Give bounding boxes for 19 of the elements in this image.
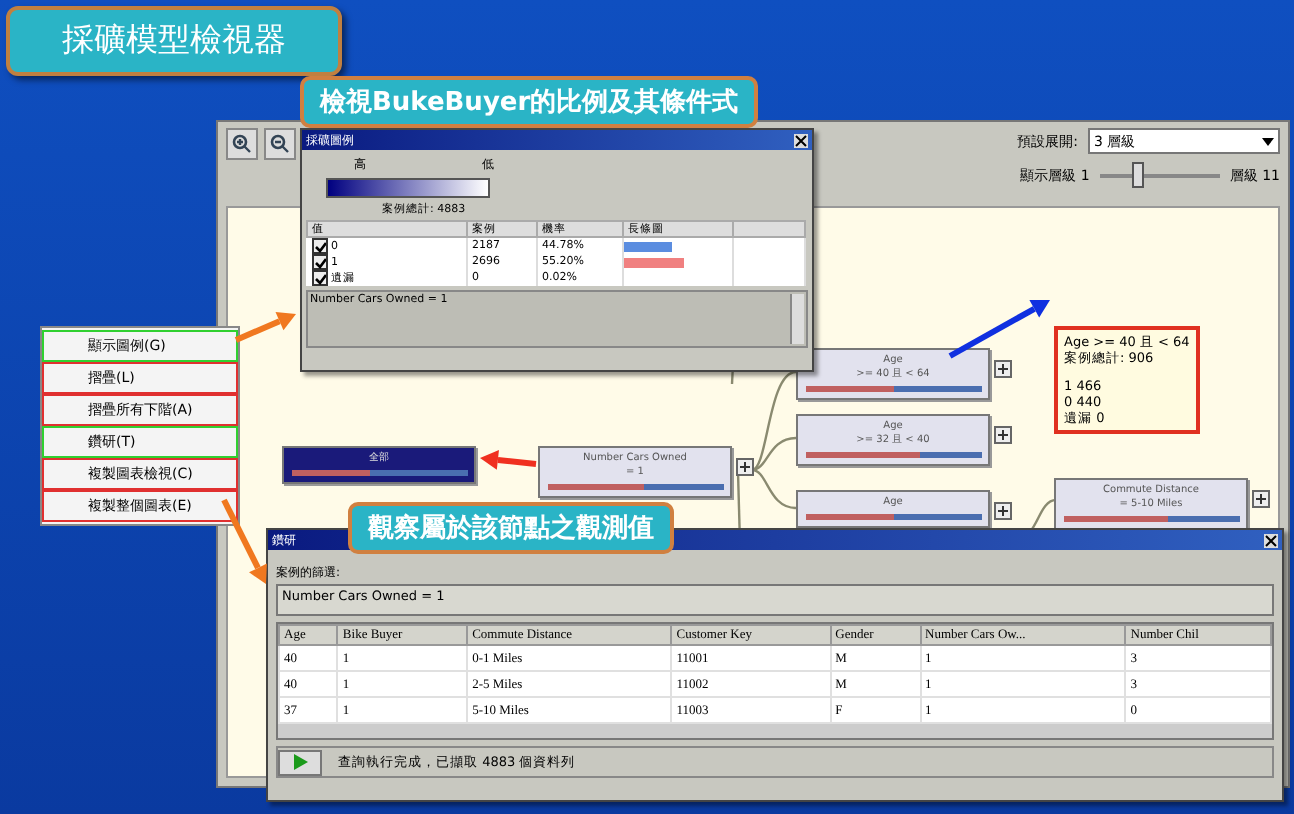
play-icon [293,754,307,770]
expand-icon[interactable] [994,360,1012,378]
checkbox[interactable] [311,254,327,270]
checkbox[interactable] [311,270,327,286]
expand-icon[interactable] [994,502,1012,520]
zoom-out-button[interactable] [264,128,296,160]
run-button[interactable] [278,749,322,775]
callout-label: 檢視BukeBuyer的比例及其條件式 [300,76,759,128]
caret-icon[interactable] [1262,133,1274,149]
checkbox[interactable] [311,238,327,254]
slide-title: 採礦模型檢視器 [6,6,342,76]
close-icon[interactable] [1264,533,1278,547]
level-slider[interactable] [1099,162,1220,188]
expand-icon[interactable] [736,458,754,476]
close-icon[interactable] [794,133,808,147]
expand-icon[interactable] [994,426,1012,444]
callout-label: 觀察屬於該節點之觀測值 [348,502,674,554]
zoom-in-button[interactable] [226,128,258,160]
expand-icon[interactable] [1252,490,1270,508]
